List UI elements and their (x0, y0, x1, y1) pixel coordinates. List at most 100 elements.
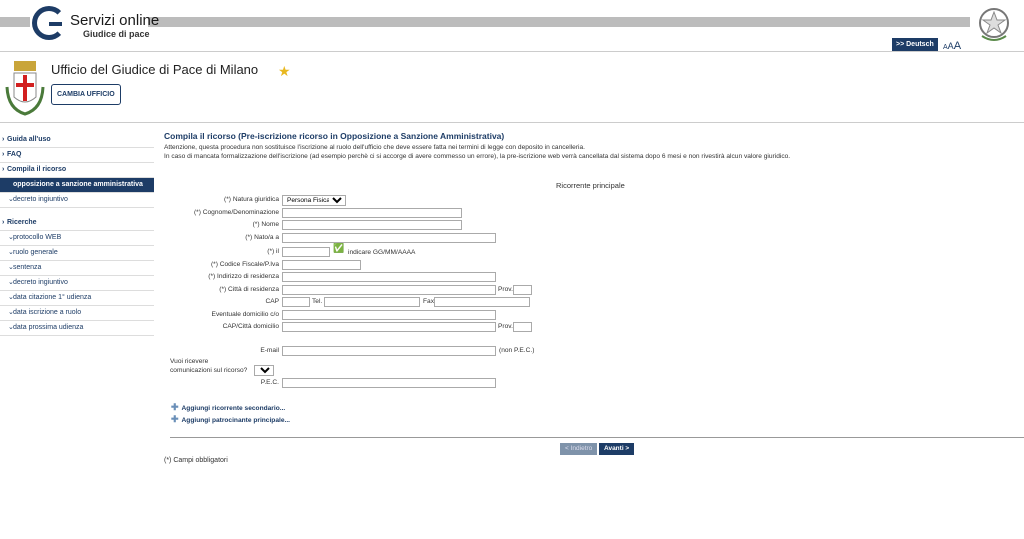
email-label: E-mail (260, 347, 279, 354)
email-input[interactable] (282, 346, 496, 356)
sidebar-item-decreto[interactable]: ⌄ decreto ingiuntivo (0, 193, 154, 208)
chevron-down-icon: ⌄ (8, 279, 14, 286)
nato-label: (*) Nato/a a (245, 234, 279, 241)
sidebar-item-guide[interactable]: › Guida all'uso (0, 133, 154, 148)
sidebar-item-compile[interactable]: › Compila il ricorso (0, 163, 154, 178)
prov-domicilio-input[interactable] (513, 322, 532, 332)
email-hint: (non P.E.C.) (499, 347, 535, 354)
chevron-down-icon: ⌄ (8, 294, 14, 301)
plus-icon: ✚ (171, 414, 179, 424)
comunicazioni-label: Vuoi ricevere (170, 358, 209, 365)
banner-stripe (148, 17, 970, 27)
prov-label: Prov. (498, 286, 513, 293)
logo-title: Servizi online (70, 12, 160, 29)
sidebar-item-label: ruolo generale (13, 249, 58, 256)
office-header: Ufficio del Giudice di Pace di Milano ★ … (0, 53, 1024, 123)
cap-citta-domicilio-input[interactable] (282, 322, 496, 332)
office-title: Ufficio del Giudice di Pace di Milano (51, 62, 259, 77)
cap-label: CAP (265, 298, 279, 305)
sidebar-item-protocollo[interactable]: ⌄ protocollo WEB (0, 231, 154, 246)
chevron-right-icon: › (2, 219, 5, 226)
add-patron-link[interactable]: ✚ Aggiungi patrocinante principale... (171, 414, 290, 425)
sidebar-item-search[interactable]: › Ricerche (0, 216, 154, 231)
comunicazioni-label: comunicazioni sul ricorso? (170, 367, 248, 374)
sidebar-item-label: sentenza (13, 264, 42, 271)
back-button[interactable]: < Indietro (560, 443, 598, 455)
indirizzo-label: (*) Indirizzo di residenza (208, 273, 279, 280)
sidebar-item-opposizione[interactable]: opposizione a sanzione amministrativa (0, 178, 154, 193)
section-title: Ricorrente principale (556, 181, 625, 190)
domicilio-input[interactable] (282, 310, 496, 320)
sidebar-item-label: decreto ingiuntivo (13, 279, 68, 286)
sidebar-item-ruolo-generale[interactable]: ⌄ ruolo generale (0, 246, 154, 261)
chevron-down-icon: ⌄ (8, 234, 14, 241)
add-patron-label: Aggiungi patrocinante principale... (181, 417, 290, 424)
sidebar-item-data-prossima[interactable]: ⌄ data prossima udienza (0, 321, 154, 336)
cognome-input[interactable] (282, 208, 462, 218)
cap-citta-domicilio-label: CAP/Città domicilio (222, 323, 279, 330)
sidebar-item-label: protocollo WEB (13, 234, 62, 241)
sidebar-item-label: opposizione a sanzione amministrativa (13, 181, 143, 188)
date-hint: indicare GG/MM/AAAA (348, 249, 416, 256)
font-size-large-button[interactable]: A (954, 40, 961, 52)
tel-label: Tel. (312, 298, 323, 305)
tel-input[interactable] (324, 297, 420, 307)
sidebar-item-label: decreto ingiuntivo (13, 196, 68, 203)
cognome-label: (*) Cognome/Denominazione (193, 209, 279, 216)
prov-domicilio-label: Prov. (498, 323, 513, 330)
prov-input[interactable] (513, 285, 532, 295)
sidebar-item-label: Guida all'uso (7, 136, 51, 143)
natura-select[interactable]: Persona Fisica (282, 195, 346, 206)
logo-subtitle: Giudice di pace (83, 29, 150, 39)
page-title: Compila il ricorso (Pre-iscrizione ricor… (164, 131, 505, 141)
sidebar-item-label: data iscrizione a ruolo (13, 309, 82, 316)
logo-g-bar (49, 22, 62, 26)
data-nascita-input[interactable] (282, 247, 330, 257)
sidebar-item-label: data prossima udienza (13, 324, 84, 331)
notice-text: Attenzione, questa procedura non sostitu… (164, 144, 585, 151)
sidebar-item-faq[interactable]: › FAQ (0, 148, 154, 163)
calendar-icon[interactable]: ✅ (333, 244, 344, 254)
sidebar-item-sentenza[interactable]: ⌄ sentenza (0, 261, 154, 276)
servizi-online-logo[interactable]: Servizi online Giudice di pace (32, 6, 159, 44)
milano-crest-icon (5, 61, 45, 116)
add-secondary-applicant-link[interactable]: ✚ Aggiungi ricorrente secondario... (171, 402, 285, 413)
font-size-selector: AAA (943, 36, 961, 54)
sidebar-item-decreto-ingiuntivo[interactable]: ⌄ decreto ingiuntivo (0, 276, 154, 291)
chevron-down-icon: ⌄ (8, 324, 14, 331)
fax-input[interactable] (434, 297, 530, 307)
divider (170, 437, 1024, 438)
natura-label: (*) Natura giuridica (224, 196, 279, 203)
sidebar-item-data-citazione[interactable]: ⌄ data citazione 1° udienza (0, 291, 154, 306)
nome-input[interactable] (282, 220, 462, 230)
sidebar-item-label: data citazione 1° udienza (13, 294, 92, 301)
citta-input[interactable] (282, 285, 496, 295)
codice-fiscale-label: (*) Codice Fiscale/P.Iva (210, 261, 279, 268)
codice-fiscale-input[interactable] (282, 260, 361, 270)
indirizzo-input[interactable] (282, 272, 496, 282)
nato-input[interactable] (282, 233, 496, 243)
divider (0, 122, 1024, 123)
chevron-down-icon: ⌄ (8, 309, 14, 316)
top-banner: Servizi online Giudice di pace >> Deutsc… (0, 0, 1024, 52)
page: Servizi online Giudice di pace >> Deutsc… (0, 0, 1024, 539)
main-content: Compila il ricorso (Pre-iscrizione ricor… (164, 131, 1024, 190)
sidebar: › Guida all'uso › FAQ › Compila il ricorso … (0, 133, 154, 336)
sidebar-item-label: Ricerche (7, 219, 37, 226)
fax-label: Fax (423, 298, 434, 305)
pec-input[interactable] (282, 378, 496, 388)
chevron-down-icon: ⌄ (8, 264, 14, 271)
domicilio-label: Eventuale domicilio c/o (211, 311, 279, 318)
favorite-star-icon[interactable]: ★ (278, 64, 291, 80)
notice-text: In caso di mancata formalizzazione dell'… (164, 153, 791, 160)
cap-input[interactable] (282, 297, 310, 307)
change-office-button[interactable]: CAMBIA UFFICIO (51, 84, 121, 105)
sidebar-item-data-iscrizione[interactable]: ⌄ data iscrizione a ruolo (0, 306, 154, 321)
chevron-down-icon: ⌄ (8, 196, 14, 203)
comunicazioni-select[interactable]: Sì (254, 365, 274, 376)
banner-stripe (0, 17, 30, 27)
next-button[interactable]: Avanti > (599, 443, 635, 455)
data-nascita-label: (*) il (267, 248, 279, 255)
language-deutsch-button[interactable]: >> Deutsch (892, 38, 938, 51)
